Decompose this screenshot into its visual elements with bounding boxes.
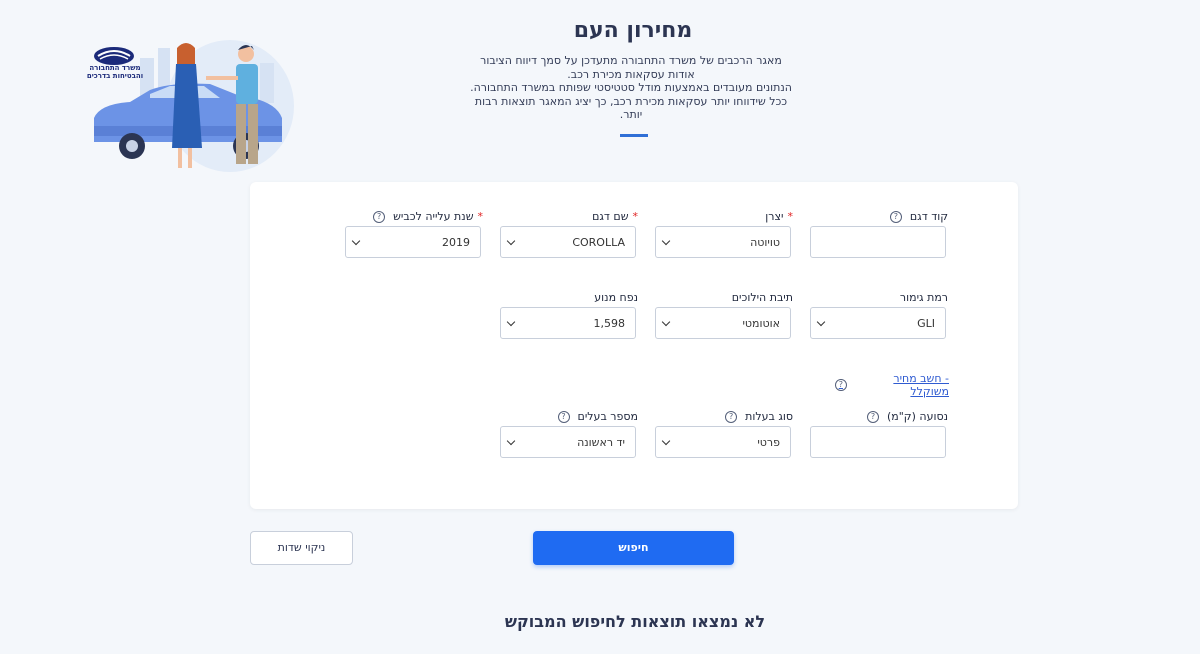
intro-line: הנתונים מעובדים באמצעות מודל סטטיסטי שפו…	[470, 81, 792, 94]
year-value: 2019	[442, 236, 470, 249]
gearbox-select[interactable]: אוטומטי	[655, 307, 791, 339]
manufacturer-label: יצרן	[765, 210, 784, 223]
model-code-label: קוד דגם	[909, 210, 948, 223]
gearbox-label: תיבת הילוכים	[731, 291, 793, 304]
weighted-price-link-label: - חשב מחיר משוקלל	[893, 372, 949, 398]
engine-select[interactable]: 1,598	[500, 307, 636, 339]
manufacturer-value: טויוטה	[750, 236, 780, 249]
chevron-down-icon	[506, 236, 516, 246]
chevron-down-icon	[661, 317, 671, 327]
trim-label: רמת גימור	[899, 291, 948, 304]
model-name-select[interactable]: COROLLA	[500, 226, 636, 258]
clear-fields-button[interactable]: ניקוי שדות	[250, 531, 353, 565]
search-form-card: קוד דגם ? * יצרן טויוטה * שם דגם COROLLA…	[250, 182, 1018, 509]
gearbox-value: אוטומטי	[742, 317, 780, 330]
chevron-down-icon	[506, 317, 516, 327]
help-icon[interactable]: ?	[373, 210, 386, 223]
model-code-input[interactable]	[810, 226, 946, 258]
no-results-message: לא נמצאו תוצאות לחיפוש המבוקש	[504, 612, 766, 631]
mileage-label: נסועה (ק"מ)	[886, 410, 948, 423]
trim-select[interactable]: GLI	[810, 307, 946, 339]
owners-count-label: מספר בעלים	[577, 410, 638, 423]
engine-value: 1,598	[593, 317, 626, 330]
manufacturer-select[interactable]: טויוטה	[655, 226, 791, 258]
ownership-type-value: פרטי	[757, 436, 780, 449]
year-select[interactable]: 2019	[345, 226, 481, 258]
ownership-type-select[interactable]: פרטי	[655, 426, 791, 458]
help-icon[interactable]: ?	[889, 210, 902, 223]
owners-count-select[interactable]: יד ראשונה	[500, 426, 636, 458]
title-underline	[620, 134, 648, 137]
chevron-down-icon	[661, 436, 671, 446]
ownership-type-label: סוג בעלות	[745, 410, 793, 423]
required-marker: *	[787, 210, 794, 223]
intro-line: יותר.	[619, 108, 643, 121]
search-button[interactable]: חיפוש	[533, 531, 734, 565]
owners-count-value: יד ראשונה	[577, 436, 625, 449]
help-icon[interactable]: ?	[725, 410, 738, 423]
trim-value: GLI	[917, 317, 935, 330]
chevron-down-icon	[351, 236, 361, 246]
year-label: שנת עלייה לכביש	[393, 210, 474, 223]
chevron-down-icon	[506, 436, 516, 446]
required-marker: *	[632, 210, 639, 223]
help-icon[interactable]: ?	[557, 410, 570, 423]
model-name-label: שם דגם	[592, 210, 629, 223]
intro-text: מאגר הרכבים של משרד התחבורה מתעדכן על סמ…	[470, 54, 792, 122]
model-name-value: COROLLA	[572, 236, 625, 249]
weighted-price-link[interactable]: - חשב מחיר משוקלל ?	[835, 372, 949, 398]
help-icon[interactable]: ?	[835, 379, 847, 391]
intro-line: מאגר הרכבים של משרד התחבורה מתעדכן על סמ…	[480, 54, 782, 67]
intro-line: ככל שידווחו יותר עסקאות מכירת רכב, כך יצ…	[474, 94, 788, 108]
help-icon[interactable]: ?	[866, 410, 879, 423]
chevron-down-icon	[816, 317, 826, 327]
intro-line: אודות עסקאות מכירת רכב.	[567, 67, 695, 81]
chevron-down-icon	[661, 236, 671, 246]
mileage-input[interactable]	[810, 426, 946, 458]
required-marker: *	[477, 210, 484, 223]
logo-text: משרד התחבורה והבטיחות בדרכים	[86, 64, 144, 80]
engine-label: נפח מנוע	[594, 291, 638, 304]
page-title: מחירון העם	[573, 18, 693, 43]
